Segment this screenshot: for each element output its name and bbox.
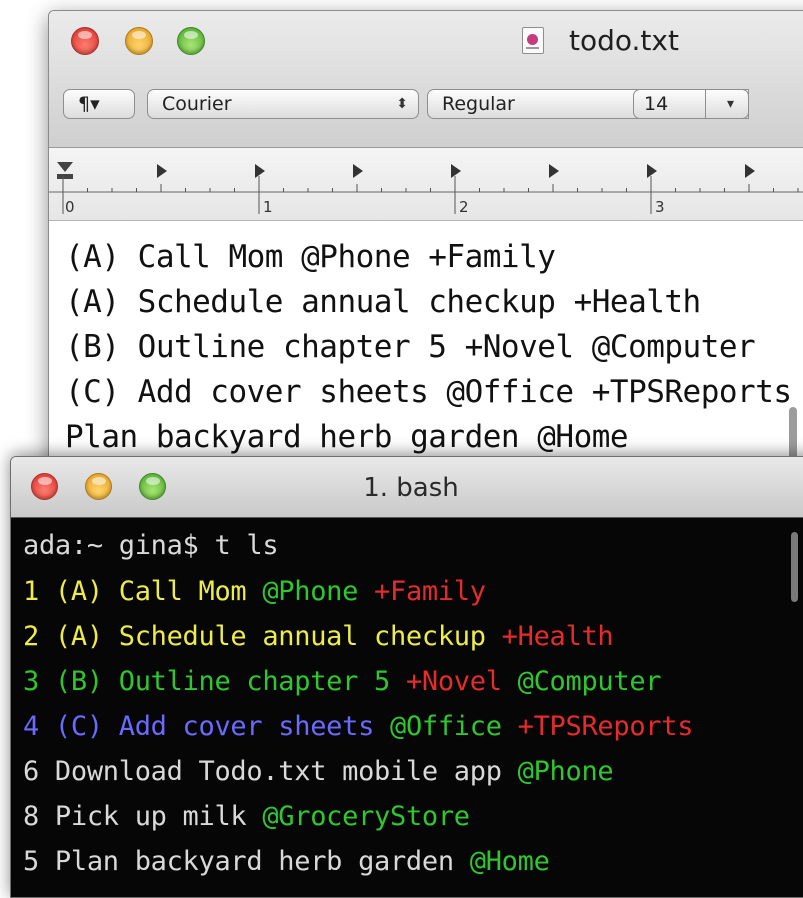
terminal-title: 1. bash [363,473,459,503]
font-family-value: Courier [162,93,232,115]
todo-line-segment: +Family [374,576,486,607]
window-title: todo.txt [569,24,679,57]
terminal-titlebar: 1. bash [11,457,803,518]
todo-line-segment: 3 (B) Outline chapter 5 [23,666,406,697]
font-size-value: 14 [644,93,669,115]
todo-list-line: 5 Plan backyard herb garden @Home [23,846,550,877]
terminal-output[interactable]: ada:~ gina$ t ls 1 (A) Call Mom @Phone +… [11,518,803,897]
tab-stop-icon[interactable] [255,164,265,178]
tab-stop-icon[interactable] [647,164,657,178]
stepper-icon: ⬍ [396,96,408,112]
todo-line-segment: @Phone [517,756,614,787]
text-document-icon [522,27,544,54]
todo-line-segment: 1 (A) Call Mom [23,576,263,607]
todo-line-segment: 8 Pick up milk [23,801,263,832]
first-line-indent-icon[interactable] [57,162,73,172]
todo-list-line: 4 (C) Add cover sheets @Office +TPSRepor… [23,711,693,742]
ruler-number: 0 [65,198,75,216]
textedit-window: todo.txt ¶▾ Courier ⬍ Regular ⬍ 14 ▾ [48,10,803,472]
tab-stop-icon[interactable] [353,164,363,178]
ruler-number: 1 [263,198,273,216]
todo-line-segment: @GroceryStore [262,801,470,832]
todo-line-segment: 6 Download Todo.txt mobile app [23,756,518,787]
paragraph-styles-popup[interactable]: ¶▾ [63,89,135,119]
prompt-line: ada:~ gina$ t ls [23,530,279,561]
font-style-value: Regular [442,93,515,115]
todo-list-line: 8 Pick up milk @GroceryStore [23,801,470,832]
document-line: (B) Outline chapter 5 +Novel @Computer [65,329,756,365]
font-family-popup[interactable]: Courier ⬍ [147,89,419,119]
terminal-window: 1. bash ada:~ gina$ t ls 1 (A) Call Mom … [10,456,803,898]
todo-list-line: 1 (A) Call Mom @Phone +Family [23,576,486,607]
paragraph-icon: ¶▾ [78,93,100,115]
ruler[interactable]: 0 1 2 3 [49,148,803,221]
todo-line-segment: +Novel [405,666,518,697]
tab-stop-icon[interactable] [745,164,755,178]
todo-line-segment: +TPSReports [517,711,694,742]
zoom-button[interactable] [177,27,205,55]
ruler-number: 3 [655,198,665,216]
tab-stop-icon[interactable] [549,164,559,178]
document-line: (A) Call Mom @Phone +Family [65,239,556,275]
tab-stop-icon[interactable] [157,164,167,178]
todo-list-line: 2 (A) Schedule annual checkup +Health [23,621,614,652]
todo-line-segment: 4 (C) Add cover sheets [23,711,390,742]
todo-line-segment: @Phone [262,576,375,607]
todo-line-segment: 5 Plan backyard herb garden [23,846,470,877]
document-text-area[interactable]: (A) Call Mom @Phone +Family (A) Schedule… [49,221,803,471]
tab-stop-icon[interactable] [451,164,461,178]
document-line: (C) Add cover sheets @Office +TPSReports [65,374,792,410]
todo-line-segment: 2 (A) Schedule annual checkup [23,621,502,652]
ruler-number: 2 [459,198,469,216]
chevron-down-icon: ▾ [726,96,734,112]
vertical-scrollbar[interactable] [791,532,798,602]
ruler-scale: 0 1 2 3 [49,162,803,216]
document-line: (A) Schedule annual checkup +Health [65,284,701,320]
todo-list-line: 3 (B) Outline chapter 5 +Novel @Computer [23,666,662,697]
document-line: Plan backyard herb garden @Home [65,419,629,455]
close-button[interactable] [71,27,99,55]
minimize-button[interactable] [125,27,153,55]
todo-line-segment: @Home [469,846,550,877]
todo-line-segment: @Office [389,711,518,742]
todo-line-segment: +Health [501,621,614,652]
todo-line-segment: @Computer [517,666,662,697]
left-indent-icon[interactable] [57,174,73,179]
todo-list-line: 6 Download Todo.txt mobile app @Phone [23,756,614,787]
font-size-popup[interactable]: ▾ [705,89,749,119]
textedit-titlebar: todo.txt ¶▾ Courier ⬍ Regular ⬍ 14 ▾ [49,11,803,148]
